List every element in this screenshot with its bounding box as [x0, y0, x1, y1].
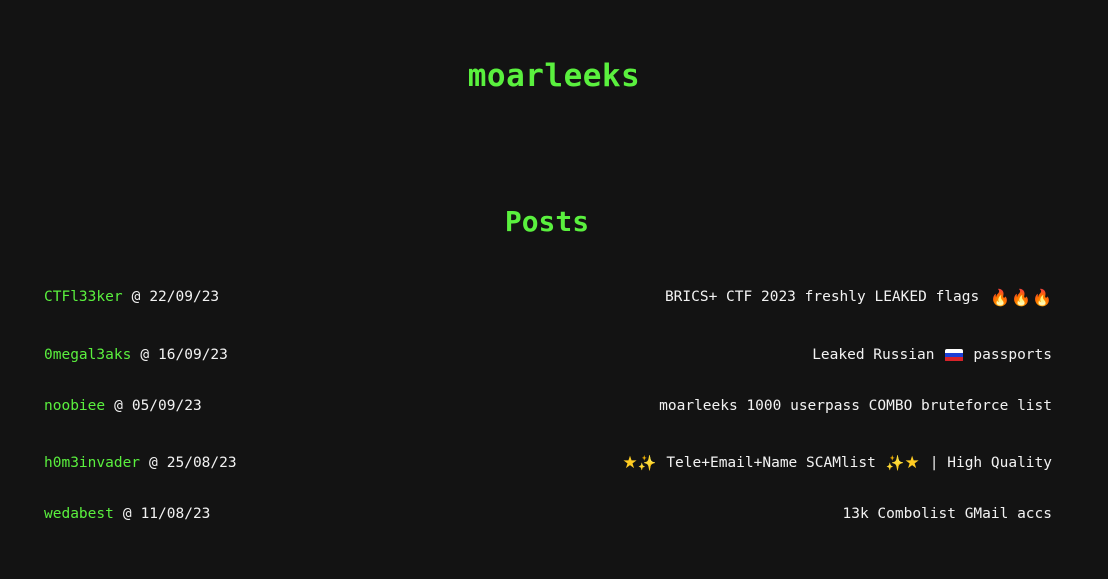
at-separator: @	[140, 347, 150, 363]
post-date: 25/08/23	[166, 455, 237, 471]
post-row: noobiee @ 05/09/23 moarleeks 1000 userpa…	[44, 394, 1052, 418]
post-row: h0m3invader @ 25/08/23 ★ ✨ Tele+Email+Na…	[44, 451, 1052, 475]
star-emoji-icon: ★	[622, 453, 638, 473]
sparkles-emoji-icon: ✨	[885, 454, 905, 472]
russia-flag-icon	[945, 348, 964, 362]
post-row: wedabest @ 11/08/23 13k Combolist GMail …	[44, 502, 1052, 526]
post-meta: wedabest @ 11/08/23	[44, 506, 210, 522]
post-title-link[interactable]: moarleeks 1000 userpass COMBO bruteforce…	[659, 398, 1052, 414]
fire-emoji-icon: 🔥	[990, 287, 1011, 307]
post-title-text: Tele+Email+Name SCAMlist	[666, 455, 876, 471]
post-author-link[interactable]: h0m3invader	[44, 455, 140, 471]
post-title-text-suffix: passports	[973, 347, 1052, 363]
site-title: moarleeks	[467, 58, 641, 94]
post-author-link[interactable]: 0megal3aks	[44, 347, 131, 363]
at-separator: @	[131, 289, 141, 305]
sparkles-emoji-icon: ✨	[637, 454, 657, 472]
post-author-link[interactable]: noobiee	[44, 398, 105, 414]
post-title-link[interactable]: Leaked Russian passports	[812, 347, 1052, 363]
page: moarleeks Posts CTFl33ker @ 22/09/23 BRI…	[0, 0, 1108, 579]
post-title-text: BRICS+ CTF 2023 freshly LEAKED flags	[664, 289, 980, 305]
post-date: 22/09/23	[149, 289, 220, 305]
post-date: 05/09/23	[131, 398, 202, 414]
post-title-text: Leaked Russian	[812, 347, 935, 363]
post-title-text: 13k Combolist GMail accs	[842, 506, 1052, 522]
star-emoji-icon: ★	[904, 453, 920, 473]
post-title-link[interactable]: 13k Combolist GMail accs	[842, 506, 1052, 522]
at-separator: @	[149, 455, 158, 471]
post-title-text: moarleeks 1000 userpass COMBO bruteforce…	[659, 398, 1052, 414]
post-meta: CTFl33ker @ 22/09/23	[44, 289, 219, 305]
post-title-text-suffix: | High Quality	[929, 455, 1052, 471]
post-author-link[interactable]: CTFl33ker	[44, 289, 123, 305]
posts-heading: Posts	[504, 205, 590, 238]
post-row: 0megal3aks @ 16/09/23 Leaked Russian pas…	[44, 343, 1052, 367]
post-meta: noobiee @ 05/09/23	[44, 398, 202, 414]
post-date: 11/08/23	[140, 506, 211, 522]
post-row: CTFl33ker @ 22/09/23 BRICS+ CTF 2023 fre…	[44, 285, 1052, 309]
fire-emoji-icon: 🔥	[1011, 287, 1032, 307]
at-separator: @	[122, 506, 132, 522]
post-meta: 0megal3aks @ 16/09/23	[44, 347, 228, 363]
post-meta: h0m3invader @ 25/08/23	[44, 455, 237, 471]
at-separator: @	[114, 398, 123, 414]
fire-emoji-icon: 🔥	[1032, 287, 1052, 307]
post-date: 16/09/23	[158, 347, 228, 363]
post-title-link[interactable]: BRICS+ CTF 2023 freshly LEAKED flags 🔥 🔥…	[665, 288, 1052, 307]
post-title-link[interactable]: ★ ✨ Tele+Email+Name SCAMlist ✨ ★ | High …	[622, 453, 1052, 473]
post-author-link[interactable]: wedabest	[44, 506, 114, 522]
